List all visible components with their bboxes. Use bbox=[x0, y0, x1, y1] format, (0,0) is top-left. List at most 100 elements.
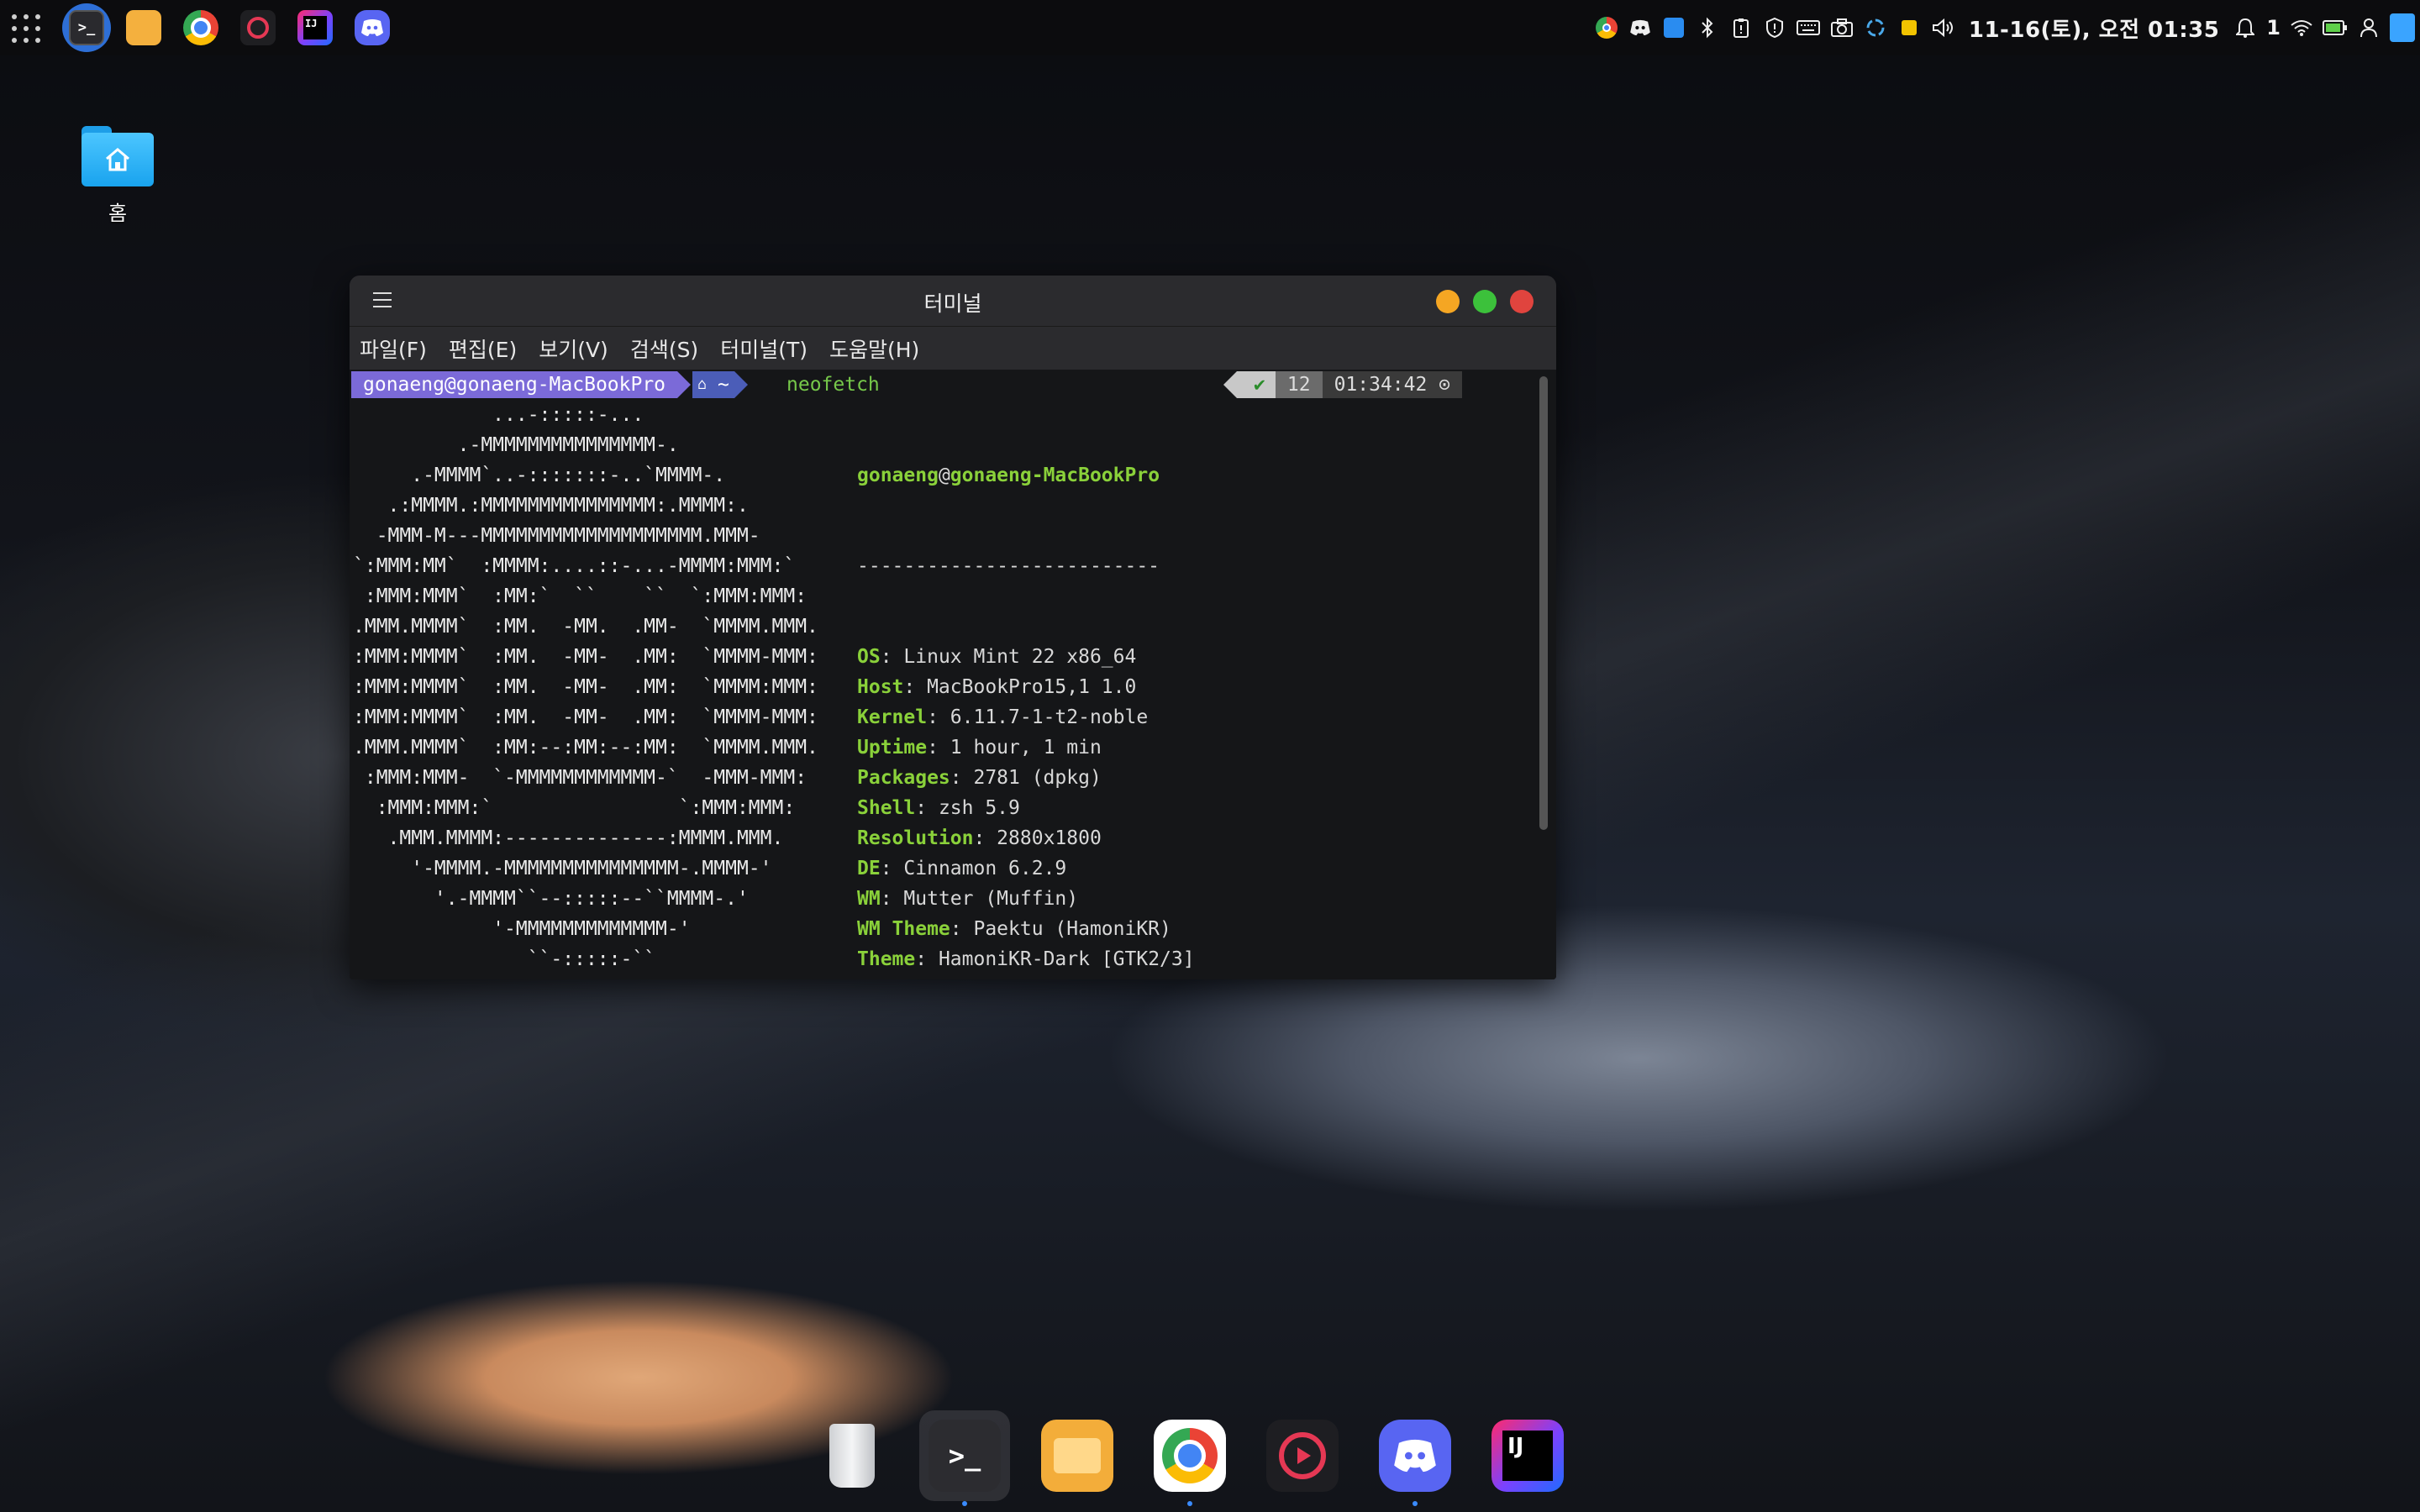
ascii-line: '-MMMMMMMMMMMMM-' bbox=[353, 918, 691, 940]
tray-discord-icon[interactable] bbox=[1628, 15, 1653, 40]
menu-view[interactable]: 보기(V) bbox=[539, 333, 608, 364]
info-value: : HamoniKR-Dark [GTK2/3] bbox=[915, 948, 1195, 970]
dock-files[interactable] bbox=[1032, 1410, 1123, 1501]
info-key: Theme bbox=[857, 948, 916, 970]
dock: >_ IJ bbox=[786, 1399, 1593, 1512]
folder-icon bbox=[126, 10, 161, 45]
ascii-line: -MMM-M---MMMMMMMMMMMMMMMMMMM.MMM- bbox=[353, 525, 760, 547]
ascii-line: .MMM.MMMM` :MM:--:MM:--:MM: `MMMM.MMM. bbox=[353, 737, 818, 759]
panel-launcher-intellij[interactable]: IJ bbox=[291, 3, 339, 52]
keyboard-icon[interactable] bbox=[1796, 15, 1821, 40]
info-value: : 1 hour, 1 min bbox=[927, 737, 1102, 759]
notification-bell-icon[interactable] bbox=[2233, 15, 2258, 40]
info-row: WM: Mutter (Muffin) bbox=[857, 884, 1508, 914]
ascii-line: :MMM:MMMM` :MM. -MM- .MM: `MMMM:MMM: bbox=[353, 676, 818, 698]
menu-edit[interactable]: 편집(E) bbox=[449, 333, 517, 364]
info-header: gonaeng@gonaeng-MacBookPro bbox=[857, 465, 1160, 486]
ascii-line: '-MMMM.-MMMMMMMMMMMMMMM-.MMMM-' bbox=[353, 858, 772, 879]
menu-search[interactable]: 검색(S) bbox=[630, 333, 698, 364]
info-value: : Cinnamon 6.2.9 bbox=[880, 858, 1067, 879]
ascii-line: .MMM.MMMM` :MM. -MM. .MM- `MMMM.MMM. bbox=[353, 616, 818, 638]
tray-chrome-icon[interactable] bbox=[1594, 15, 1619, 40]
minimize-button[interactable] bbox=[1436, 290, 1460, 313]
update-manager-icon[interactable] bbox=[1863, 15, 1888, 40]
prompt-history-count: 12 bbox=[1275, 371, 1323, 398]
discord-icon bbox=[355, 10, 390, 45]
info-key: Host bbox=[857, 676, 904, 698]
terminal-content[interactable]: gonaeng@gonaeng-MacBookPro ⌂ ~ neofetch … bbox=[350, 370, 1556, 979]
system-tray: 11-16(토), 오전 01:35 1 bbox=[1594, 0, 2420, 55]
ascii-line: .MMM.MMMM:--------------:MMMM.MMM. bbox=[353, 827, 784, 849]
info-row: Shell: zsh 5.9 bbox=[857, 793, 1508, 823]
system-info: gonaeng@gonaeng-MacBookPro -------------… bbox=[857, 400, 1508, 979]
terminal-window[interactable]: 터미널 파일(F) 편집(E) 보기(V) 검색(S) 터미널(T) 도움말(H… bbox=[350, 276, 1556, 979]
panel-launchers: >_ IJ bbox=[62, 3, 397, 52]
ascii-line: .:MMMM.:MMMMMMMMMMMMMMM:.MMMM:. bbox=[353, 495, 749, 517]
ascii-line: ...-:::::-... bbox=[353, 404, 644, 426]
menu-terminal[interactable]: 터미널(T) bbox=[720, 333, 808, 364]
home-folder-icon bbox=[82, 126, 154, 186]
terminal-icon: >_ bbox=[929, 1420, 1001, 1492]
info-row: Host: MacBookPro15,1 1.0 bbox=[857, 672, 1508, 702]
terminal-titlebar[interactable]: 터미널 bbox=[350, 276, 1556, 327]
maximize-button[interactable] bbox=[1473, 290, 1497, 313]
panel-launcher-youtube-music[interactable] bbox=[234, 3, 282, 52]
info-row: OS: Linux Mint 22 x86_64 bbox=[857, 642, 1508, 672]
ascii-line: :MMM:MMM:` `:MMM:MMM: bbox=[353, 797, 796, 819]
info-row: Uptime: 1 hour, 1 min bbox=[857, 732, 1508, 763]
ascii-line: :MMM:MMM` :MM:` `` `` `:MMM:MMM: bbox=[353, 585, 808, 607]
info-row: Packages: 2781 (dpkg) bbox=[857, 763, 1508, 793]
menu-file[interactable]: 파일(F) bbox=[360, 333, 427, 364]
prompt-time: 01:34:42 ⊙ bbox=[1322, 371, 1463, 398]
input-method-icon[interactable] bbox=[1897, 15, 1922, 40]
wifi-icon[interactable] bbox=[2289, 15, 2314, 40]
ascii-line: :MMM:MMMM` :MM. -MM- .MM: `MMMM-MMM: bbox=[353, 706, 818, 728]
clipboard-icon[interactable] bbox=[1728, 15, 1754, 40]
running-indicator bbox=[962, 1501, 967, 1506]
prompt-dir: ⌂ ~ bbox=[692, 371, 748, 398]
dock-trash[interactable] bbox=[807, 1410, 897, 1501]
dock-terminal[interactable]: >_ bbox=[919, 1410, 1010, 1506]
prompt-status: ✔ 12 01:34:42 ⊙ bbox=[1223, 371, 1463, 398]
shield-icon[interactable] bbox=[1762, 15, 1787, 40]
intellij-icon: IJ bbox=[297, 10, 333, 45]
user-icon[interactable] bbox=[2356, 15, 2381, 40]
info-row: Theme: HamoniKR-Dark [GTK2/3] bbox=[857, 944, 1508, 974]
panel-launcher-files[interactable] bbox=[119, 3, 168, 52]
panel-launcher-discord[interactable] bbox=[348, 3, 397, 52]
camera-icon[interactable] bbox=[1829, 15, 1854, 40]
info-key: Resolution bbox=[857, 827, 974, 849]
info-value: : MacBookPro15,1 1.0 bbox=[903, 676, 1137, 698]
show-desktop-icon[interactable] bbox=[2390, 13, 2415, 42]
info-key: OS bbox=[857, 646, 881, 668]
dock-chrome[interactable] bbox=[1144, 1410, 1235, 1506]
terminal-scrollbar[interactable] bbox=[1539, 376, 1548, 830]
dock-discord[interactable] bbox=[1370, 1410, 1460, 1506]
status-ok-icon: ✔ bbox=[1223, 371, 1276, 398]
info-row: Icons: Stylish-Dark [GTK2/3] bbox=[857, 974, 1508, 979]
info-row: DE: Cinnamon 6.2.9 bbox=[857, 853, 1508, 884]
ascii-line: ``-:::::-`` bbox=[353, 948, 656, 970]
terminal-icon: >_ bbox=[69, 10, 104, 45]
running-indicator bbox=[1413, 1501, 1418, 1506]
volume-icon[interactable] bbox=[1930, 15, 1955, 40]
ascii-line: :MMM:MMMM` :MM. -MM- .MM: `MMMM-MMM: bbox=[353, 646, 818, 668]
bluetooth-icon[interactable] bbox=[1695, 15, 1720, 40]
info-row: Kernel: 6.11.7-1-t2-noble bbox=[857, 702, 1508, 732]
battery-icon[interactable] bbox=[2323, 15, 2348, 40]
app-grid-icon[interactable] bbox=[12, 14, 40, 43]
notification-count: 1 bbox=[2266, 16, 2281, 39]
ascii-line: .-MMMM`..-:::::::-..`MMMM-. bbox=[353, 465, 726, 486]
desktop-home-label: 홈 bbox=[108, 202, 128, 225]
panel-launcher-terminal[interactable]: >_ bbox=[62, 3, 111, 52]
close-button[interactable] bbox=[1510, 290, 1534, 313]
panel-launcher-chrome[interactable] bbox=[176, 3, 225, 52]
desktop-home-folder[interactable]: 홈 bbox=[74, 126, 161, 226]
ascii-line: :MMM:MMM- `-MMMMMMMMMMMM-` -MMM-MMM: bbox=[353, 767, 808, 789]
dock-youtube-music[interactable] bbox=[1257, 1410, 1348, 1501]
info-value: : 2781 (dpkg) bbox=[950, 767, 1102, 789]
tray-app-icon[interactable] bbox=[1661, 15, 1686, 40]
dock-intellij[interactable]: IJ bbox=[1482, 1410, 1573, 1501]
menu-help[interactable]: 도움말(H) bbox=[829, 333, 919, 364]
clock[interactable]: 11-16(토), 오전 01:35 bbox=[1969, 13, 2219, 44]
